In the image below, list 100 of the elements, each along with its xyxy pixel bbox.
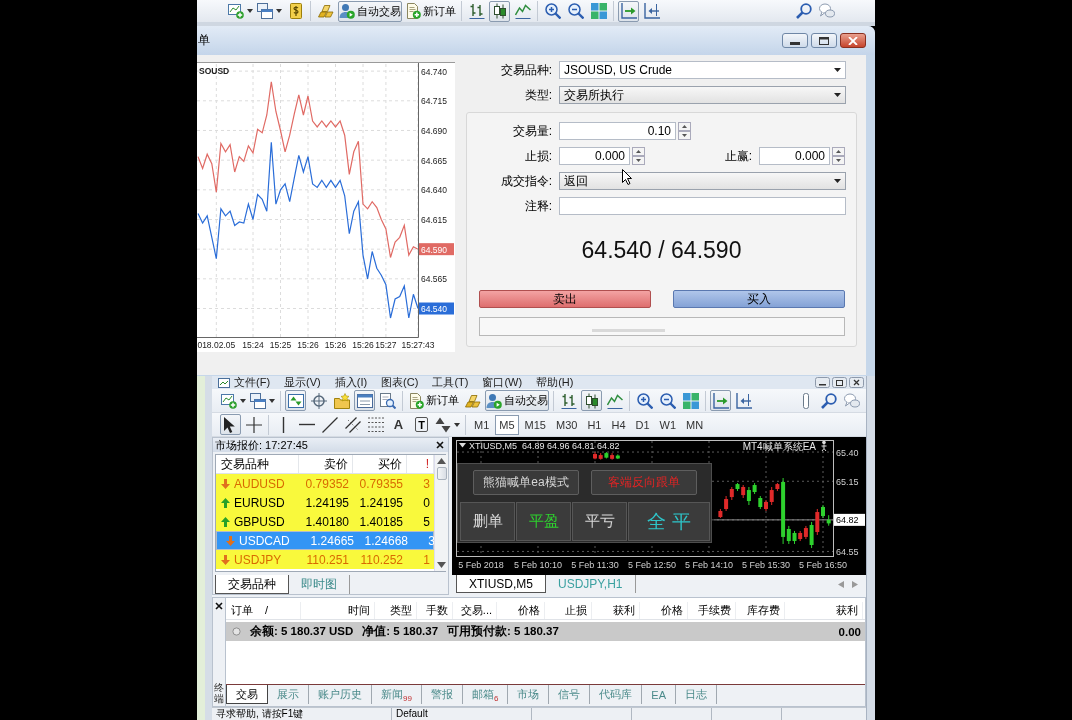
terminal-tab[interactable]: 市场 [508, 685, 550, 704]
period-button[interactable]: MN [682, 414, 708, 435]
terminal-tab[interactable]: 交易 [226, 685, 268, 704]
spin-arrows-icon[interactable] [832, 147, 845, 165]
column-header[interactable]: 交易... [460, 604, 492, 616]
panel-tab[interactable]: 即时图 [289, 575, 350, 594]
toolbar-button[interactable]: 自动交易 [338, 0, 402, 22]
menu-item[interactable]: 图表(C) [381, 376, 419, 389]
axis-shift-button[interactable] [641, 0, 662, 22]
windows-button[interactable] [256, 0, 283, 22]
column-header[interactable]: 获利 [613, 604, 635, 616]
axis-shift-button[interactable] [733, 390, 754, 411]
stop-loss-field[interactable]: 0.000 [559, 147, 630, 165]
zoom-out-button[interactable] [565, 0, 586, 22]
menu-item[interactable]: 工具(T) [432, 376, 469, 389]
filling-dropdown[interactable]: 返回 [559, 172, 846, 190]
menu-item[interactable]: 插入(I) [334, 376, 368, 389]
panel-tab[interactable]: 交易品种 [215, 575, 289, 594]
terminal-tab[interactable]: EA [642, 685, 677, 704]
market-watch-button[interactable] [285, 390, 306, 411]
text-tool-button[interactable]: A [388, 414, 409, 435]
zoom-in-button[interactable] [542, 0, 563, 22]
close-button[interactable] [840, 33, 866, 48]
balance-row[interactable]: 余额: 5 180.37 USD 净值: 5 180.37 可用预付款: 5 180.37 0.00 [226, 622, 865, 641]
column-header[interactable]: 价格 [518, 604, 540, 616]
terminal-tab[interactable]: 日志 [676, 685, 718, 704]
arrow-down-icon[interactable] [437, 562, 446, 568]
text-label-tool-button[interactable]: T [415, 417, 428, 432]
terminal-tab[interactable]: 新闻$_{99}$ [372, 685, 422, 704]
ea-button[interactable]: 熊猫喊单ea模式 [473, 470, 579, 495]
star-folder-button[interactable] [331, 390, 352, 411]
windows-button[interactable] [249, 390, 276, 411]
column-header[interactable]: 类型 [390, 604, 412, 616]
period-button[interactable]: H1 [583, 414, 606, 435]
crosshair-button[interactable] [243, 414, 264, 435]
type-dropdown[interactable]: 交易所执行 [559, 86, 846, 104]
terminal-tab[interactable]: 信号 [549, 685, 591, 704]
quote-row[interactable]: GBPUSD 1.40180 1.40185 5 [216, 512, 434, 531]
column-header[interactable]: 获利 [836, 604, 858, 616]
quote-row[interactable]: EURUSD 1.24195 1.24195 0 [216, 493, 434, 512]
close-icon[interactable] [215, 602, 223, 610]
arrow-axis-button[interactable] [710, 390, 731, 411]
arrow-axis-button[interactable] [618, 0, 639, 22]
column-header[interactable]: 卖价 [299, 455, 353, 473]
terminal-tab[interactable]: 邮箱$_{6}$ [462, 685, 509, 704]
close-icon[interactable] [436, 441, 444, 449]
terminal-tab[interactable]: 账户历史 [309, 685, 372, 704]
toolbar-button[interactable]: 新订单 [407, 390, 460, 411]
data-window-button[interactable] [354, 390, 375, 411]
close-button[interactable] [849, 377, 864, 388]
column-header[interactable]: 手数 [426, 604, 448, 616]
cursor-button[interactable] [220, 414, 241, 435]
restore-button[interactable] [832, 377, 847, 388]
sell-button[interactable]: 卖出 [479, 290, 651, 308]
volume-field[interactable]: 0.10 [559, 122, 676, 140]
tiles-button[interactable] [680, 390, 701, 411]
period-button[interactable]: M30 [551, 414, 582, 435]
terminal-tab[interactable]: 展示 [268, 685, 309, 704]
column-header[interactable]: 时间 [348, 604, 370, 616]
period-button[interactable]: M5 [495, 414, 519, 435]
box-whisker-button[interactable] [489, 0, 510, 22]
menu-item[interactable]: 显示(V) [284, 376, 321, 389]
document-search-button[interactable] [377, 390, 398, 411]
crosshair-circle-button[interactable] [308, 390, 329, 411]
box-whisker-button[interactable] [581, 390, 602, 411]
take-profit-field[interactable]: 0.000 [759, 147, 830, 165]
toolbar-button[interactable]: 新订单 [404, 0, 457, 22]
menu-item[interactable]: 帮助(H) [536, 376, 574, 389]
period-button[interactable]: W1 [655, 414, 681, 435]
column-header[interactable]: 交易品种 [216, 455, 299, 473]
comment-field[interactable] [559, 197, 846, 215]
maximize-button[interactable] [811, 33, 837, 48]
minimize-button[interactable] [815, 377, 830, 388]
ea-button[interactable]: 平盈 [516, 502, 571, 541]
scrollbar-thumb[interactable] [436, 467, 447, 480]
symbol-dropdown[interactable]: JSOUSD, US Crude [559, 61, 846, 79]
terminal-tab[interactable]: 警报 [421, 685, 463, 704]
period-button[interactable]: D1 [631, 414, 654, 435]
minimize-button[interactable] [782, 33, 808, 48]
period-button[interactable]: H4 [607, 414, 630, 435]
toolbar-button[interactable]: 自动交易 [485, 390, 549, 411]
spin-arrows-icon[interactable] [678, 122, 691, 140]
column-header[interactable]: 手续费 [698, 604, 731, 616]
column-header[interactable]: 价格 [661, 604, 683, 616]
zoom-out-button[interactable] [657, 390, 678, 411]
period-button[interactable]: M1 [470, 414, 494, 435]
spin-arrows-icon[interactable] [632, 147, 645, 165]
terminal-tab[interactable]: 代码库 [590, 685, 643, 704]
arrow-up-icon[interactable] [437, 458, 446, 464]
fibonacci-lines-button[interactable] [365, 414, 386, 435]
tiles-button[interactable] [588, 0, 609, 22]
ea-button[interactable]: 删单 [460, 502, 515, 541]
ea-button[interactable]: 全 平 [628, 502, 710, 541]
column-header[interactable]: 订单 [231, 602, 253, 619]
column-header[interactable]: 库存费 [747, 604, 780, 616]
menu-item[interactable]: 文件(F) [234, 376, 271, 389]
period-button[interactable]: M15 [520, 414, 550, 435]
column-header[interactable]: 买价 [353, 455, 407, 473]
menu-item[interactable]: 窗口(W) [482, 376, 523, 389]
buy-button[interactable]: 买入 [673, 290, 845, 308]
